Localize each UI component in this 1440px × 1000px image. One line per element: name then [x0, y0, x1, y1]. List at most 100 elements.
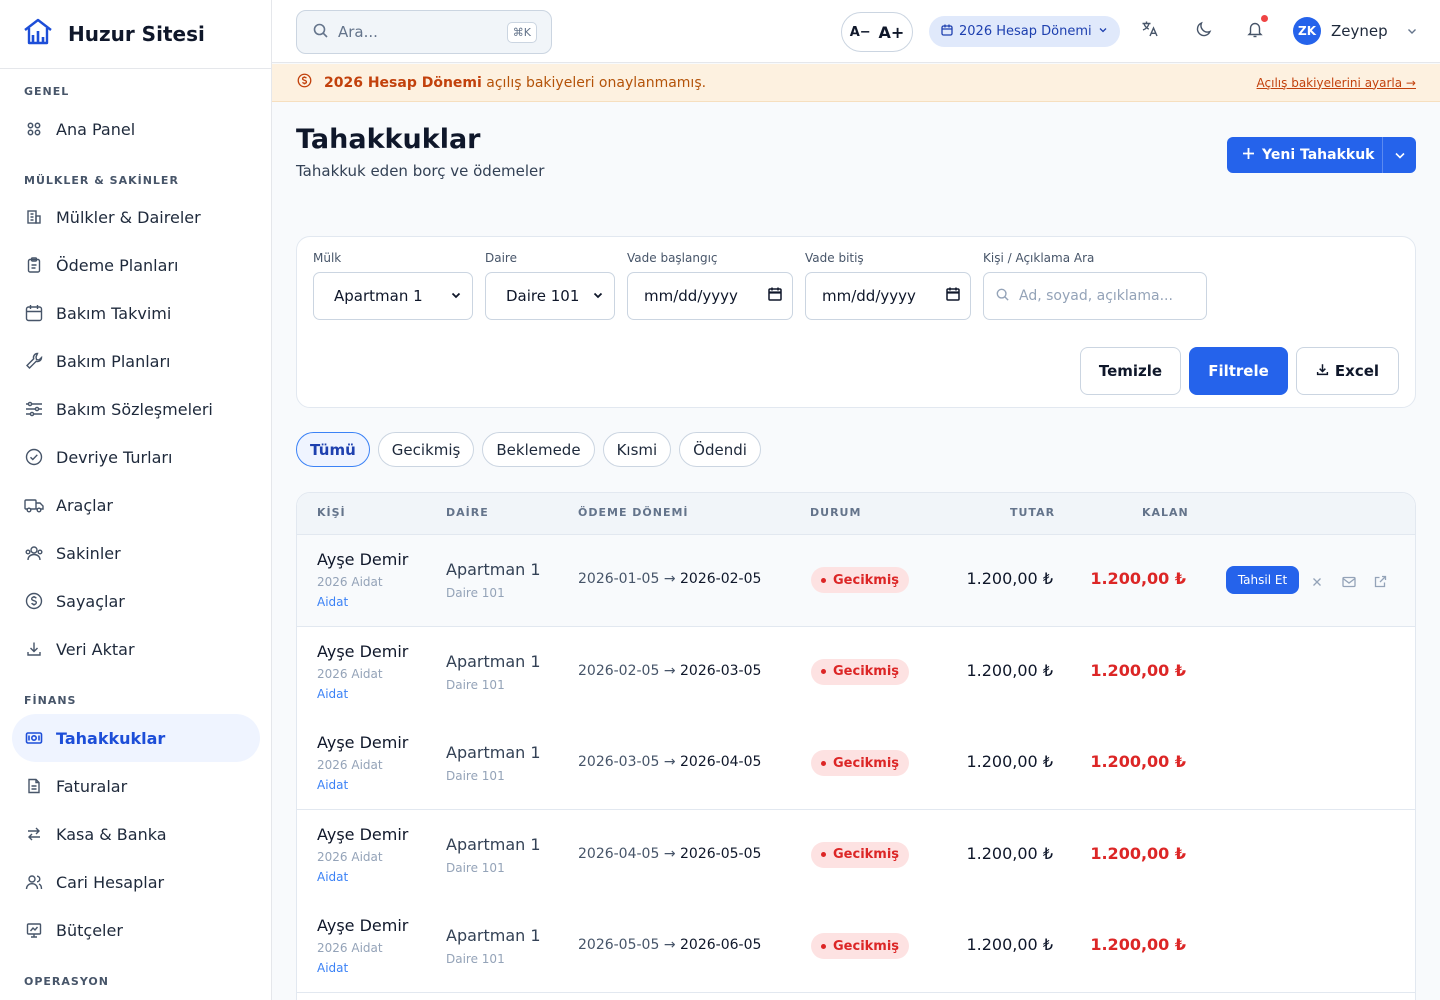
status-dot	[821, 943, 826, 949]
bell-icon[interactable]	[1246, 15, 1268, 42]
table-row[interactable]: Ayşe Demir 2026 Aidat Aidat Apartman 1 Daire…	[297, 718, 1415, 810]
chevron-down-icon	[1098, 24, 1108, 39]
unit-select[interactable]: Daire 101	[485, 272, 615, 320]
new-accrual-button[interactable]: Yeni Tahakkuk	[1227, 137, 1416, 173]
period-start: 2026-03-05	[578, 754, 660, 770]
due-start-input[interactable]: mm/dd/yyyy	[627, 272, 793, 320]
font-increase-button[interactable]: A+	[878, 23, 904, 42]
close-icon[interactable]	[1311, 573, 1325, 587]
sidebar-item-kasa-banka[interactable]: Kasa & Banka	[12, 810, 260, 858]
sidebar-item-mulkler[interactable]: Mülkler & Daireler	[12, 193, 260, 241]
person-search-input[interactable]: Ad, soyad, açıklama...	[983, 272, 1207, 320]
status-label: Gecikmiş	[833, 572, 900, 588]
budget-icon	[24, 920, 44, 940]
calendar-icon[interactable]	[768, 287, 782, 305]
brand[interactable]: Huzur Sitesi	[0, 0, 271, 69]
person-name[interactable]: Ayşe Demir	[317, 550, 408, 569]
table-row[interactable]: Ayşe Demir 2026 Aidat Aidat Apartman 1 Daire…	[297, 535, 1415, 627]
column-header-remaining[interactable]: KALAN	[1142, 506, 1189, 519]
sidebar-item-sakinler[interactable]: Sakinler	[12, 529, 260, 577]
property-name: Apartman 1	[446, 560, 541, 579]
accrual-description: 2026 Aidat	[317, 666, 383, 681]
sidebar-item-label: Sakinler	[56, 543, 121, 563]
calendar-icon[interactable]	[946, 287, 960, 305]
sidebar-item-odeme-planlari[interactable]: Ödeme Planları	[12, 241, 260, 289]
sidebar-item-ana-panel[interactable]: Ana Panel	[12, 105, 260, 153]
unit-value: Daire 101	[506, 287, 580, 305]
sidebar-item-label: Sayaçlar	[56, 591, 125, 611]
person-name[interactable]: Ayşe Demir	[317, 733, 408, 752]
status-badge: Gecikmiş	[811, 750, 910, 776]
filter-button[interactable]: Filtrele	[1189, 347, 1288, 395]
tab-beklemede[interactable]: Beklemede	[482, 432, 595, 467]
table-row[interactable]: Ayşe Demir 2026 Aidat Aidat Apartman 1 Daire…	[297, 626, 1415, 719]
column-header-period[interactable]: ÖDEME DÖNEMİ	[578, 506, 689, 519]
user-menu[interactable]: ZK Zeynep	[1293, 17, 1418, 45]
column-header-unit[interactable]: DAİRE	[446, 506, 489, 519]
global-search[interactable]: Ara... ⌘K	[296, 10, 552, 54]
collect-button[interactable]: Tahsil Et	[1226, 566, 1299, 594]
accrual-category[interactable]: Aidat	[317, 778, 408, 792]
tab-kismi[interactable]: Kısmi	[602, 432, 672, 467]
sidebar-item-sayaclar[interactable]: Sayaçlar	[12, 577, 260, 625]
mail-icon[interactable]	[1342, 573, 1356, 588]
excel-label: Excel	[1334, 362, 1380, 380]
sidebar-item-label: Devriye Turları	[56, 447, 173, 467]
accrual-category[interactable]: Aidat	[317, 687, 408, 701]
font-decrease-button[interactable]: A−	[850, 25, 871, 40]
property-label: Mülk	[313, 251, 342, 265]
sidebar-item-butceler[interactable]: Bütçeler	[12, 906, 260, 954]
accrual-category[interactable]: Aidat	[317, 870, 408, 884]
table-row[interactable]: Ayşe Demir 2026 Aidat Aidat Apartman 1 Daire…	[297, 809, 1415, 902]
period-end: 2026-05-05	[680, 845, 762, 862]
sidebar-item-tahakkuklar[interactable]: Tahakkuklar	[12, 714, 260, 762]
sidebar-item-araclar[interactable]: Araçlar	[12, 481, 260, 529]
sidebar-item-cari-hesaplar[interactable]: Cari Hesaplar	[12, 858, 260, 906]
status-badge: Gecikmiş	[811, 567, 910, 593]
remaining-amount: 1.200,00 ₺	[1090, 843, 1186, 863]
accrual-category[interactable]: Aidat	[317, 595, 408, 609]
excel-export-button[interactable]: Excel	[1296, 347, 1399, 395]
transfer-icon	[24, 824, 44, 844]
tab-odendi[interactable]: Ödendi	[679, 432, 761, 467]
translate-icon[interactable]	[1141, 20, 1163, 42]
chevron-down-icon	[450, 287, 462, 305]
property-select[interactable]: Apartman 1	[313, 272, 473, 320]
search-shortcut: ⌘K	[506, 21, 537, 43]
notification-dot	[1261, 15, 1268, 22]
tab-tumu[interactable]: Tümü	[296, 432, 370, 467]
grid-icon	[24, 119, 44, 139]
due-start-value: mm/dd/yyyy	[644, 287, 738, 305]
external-link-icon[interactable]	[1374, 573, 1388, 588]
column-header-status[interactable]: DURUM	[810, 506, 861, 519]
new-accrual-dropdown[interactable]	[1382, 137, 1416, 173]
column-header-person[interactable]: KİŞİ	[317, 506, 346, 519]
download-icon	[1316, 362, 1329, 380]
property-name: Apartman 1	[446, 834, 541, 854]
moon-icon[interactable]	[1195, 20, 1217, 42]
due-start-label: Vade başlangıç	[627, 251, 718, 265]
period-selector[interactable]: 2026 Hesap Dönemi	[929, 16, 1120, 47]
sidebar-item-bakim-planlari[interactable]: Bakım Planları	[12, 337, 260, 385]
person-name[interactable]: Ayşe Demir	[317, 642, 408, 661]
sidebar-item-bakim-sozlesmeleri[interactable]: Bakım Sözleşmeleri	[12, 385, 260, 433]
person-name[interactable]: Ayşe Demir	[317, 825, 408, 844]
sidebar-item-veri-aktar[interactable]: Veri Aktar	[12, 625, 260, 673]
column-header-amount[interactable]: TUTAR	[1010, 506, 1055, 519]
table-row[interactable]: Ayşe Demir 2026 Aidat Aidat Apartman 1 Daire…	[297, 901, 1415, 993]
sidebar-item-faturalar[interactable]: Faturalar	[12, 762, 260, 810]
dollar-circle-icon	[297, 73, 312, 92]
accrual-description: 2026 Aidat	[317, 758, 383, 772]
search-label: Kişi / Açıklama Ara	[983, 251, 1095, 265]
sidebar-item-bakim-takvimi[interactable]: Bakım Takvimi	[12, 289, 260, 337]
accrual-category[interactable]: Aidat	[317, 961, 408, 975]
tab-gecikmis[interactable]: Gecikmiş	[377, 432, 475, 467]
clear-button[interactable]: Temizle	[1080, 347, 1181, 395]
set-opening-balances-link[interactable]: Açılış bakiyelerini ayarla →	[1257, 76, 1416, 90]
due-end-input[interactable]: mm/dd/yyyy	[805, 272, 971, 320]
sidebar-item-devriye-turlari[interactable]: Devriye Turları	[12, 433, 260, 481]
new-accrual-main[interactable]: Yeni Tahakkuk	[1227, 147, 1382, 164]
search-icon	[996, 288, 1009, 305]
person-name[interactable]: Ayşe Demir	[317, 916, 408, 935]
property-name: Apartman 1	[446, 743, 541, 762]
